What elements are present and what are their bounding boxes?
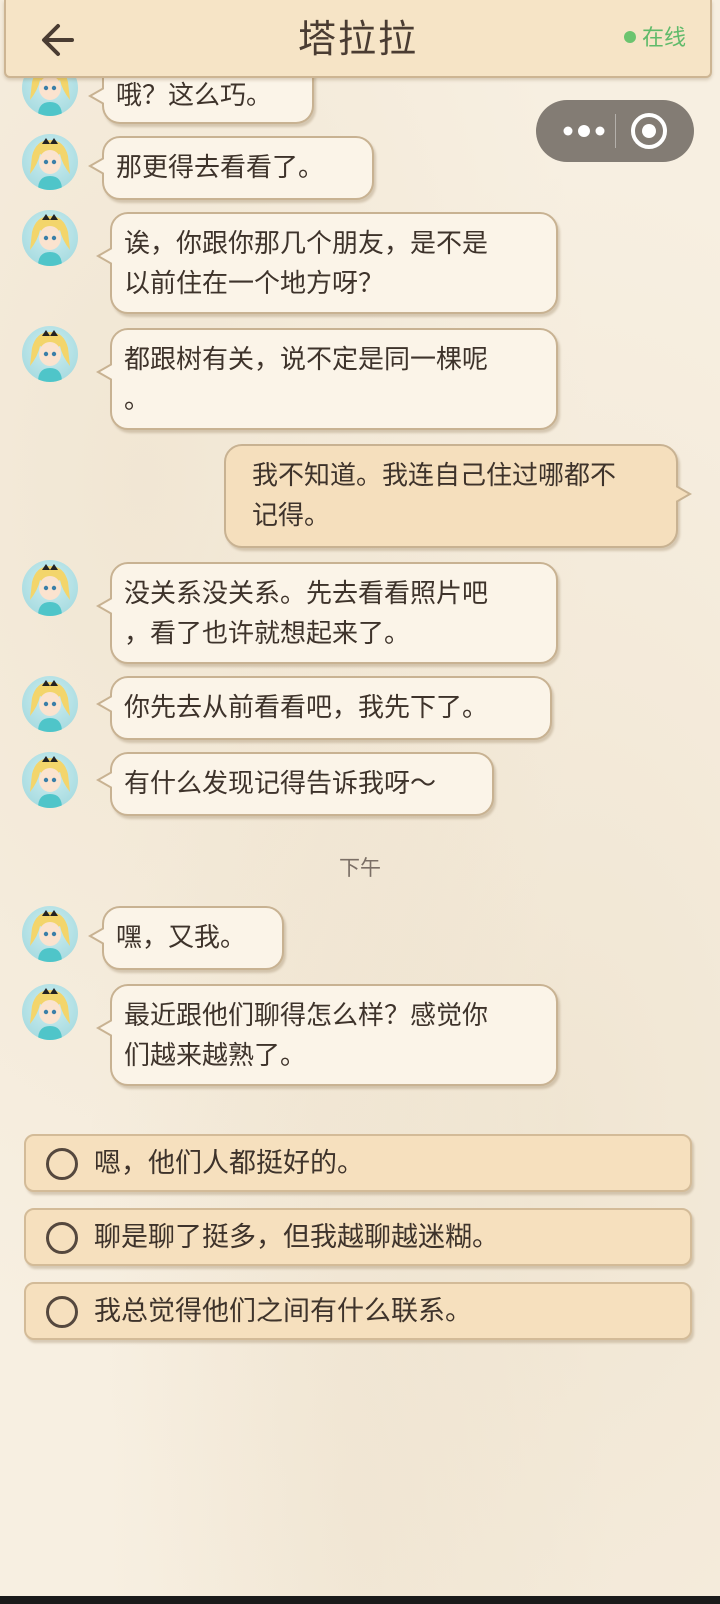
reply-option[interactable]: 我总觉得他们之间有什么联系。 xyxy=(24,1282,692,1340)
bubble-tail-icon xyxy=(96,363,112,381)
bubble-tail-icon xyxy=(88,87,104,105)
avatar[interactable] xyxy=(22,676,78,732)
avatar[interactable] xyxy=(22,326,78,382)
message-bubble-self[interactable]: 我不知道。我连自己住过哪都不 记得。 xyxy=(224,444,678,548)
message-line: 记得。 xyxy=(252,501,331,531)
radio-circle-icon xyxy=(46,1148,78,1180)
message-bubble[interactable]: 嘿，又我。 xyxy=(102,906,284,970)
capsule-divider xyxy=(615,114,616,148)
message-text: 嘿，又我。 xyxy=(116,923,247,953)
bubble-tail-icon xyxy=(88,927,104,945)
radio-circle-icon xyxy=(46,1222,78,1254)
message-text: 那更得去看看了。 xyxy=(116,153,325,183)
message-line: 们越来越熟了。 xyxy=(124,1041,307,1071)
online-status-label: 在线 xyxy=(641,26,686,51)
avatar[interactable] xyxy=(22,984,78,1040)
message-line: 最近跟他们聊得怎么样？感觉你 xyxy=(124,1001,489,1031)
avatar-image xyxy=(30,910,70,962)
message-bubble[interactable]: 有什么发现记得告诉我呀～ xyxy=(110,752,494,816)
more-button[interactable] xyxy=(556,114,612,148)
avatar[interactable] xyxy=(22,752,78,808)
reply-option[interactable]: 聊是聊了挺多，但我越聊越迷糊。 xyxy=(24,1208,692,1266)
avatar[interactable] xyxy=(22,134,78,190)
avatar-image xyxy=(30,988,70,1040)
avatar[interactable] xyxy=(22,210,78,266)
message-bubble[interactable]: 没关系没关系。先去看看照片吧 ，看了也许就想起来了。 xyxy=(110,562,558,664)
online-status: 在线 xyxy=(623,24,686,54)
message-bubble[interactable]: 那更得去看看了。 xyxy=(102,136,374,200)
bubble-tail-icon xyxy=(96,1019,112,1037)
message-text: 你先去从前看看吧，我先下了。 xyxy=(124,693,489,723)
bubble-tail-icon xyxy=(88,157,104,175)
radio-circle-icon xyxy=(46,1296,78,1328)
target-circle-icon xyxy=(631,113,667,149)
more-dots-icon xyxy=(563,125,605,137)
bottom-system-bar xyxy=(0,1596,720,1604)
message-bubble[interactable]: 最近跟他们聊得怎么样？感觉你 们越来越熟了。 xyxy=(110,984,558,1086)
chat-title: 塔拉拉 xyxy=(297,17,418,61)
avatar-image xyxy=(30,214,70,266)
reply-option-label: 聊是聊了挺多，但我越聊越迷糊。 xyxy=(94,1222,499,1253)
message-bubble[interactable]: 诶，你跟你那几个朋友，是不是 以前住在一个地方呀？ xyxy=(110,212,558,314)
message-bubble[interactable]: 都跟树有关，说不定是同一棵呢 。 xyxy=(110,328,558,430)
avatar-image xyxy=(30,138,70,190)
reply-option-label: 我总觉得他们之间有什么联系。 xyxy=(94,1296,472,1327)
message-text: 哦？这么巧。 xyxy=(116,81,273,111)
online-dot-icon xyxy=(623,31,636,43)
message-line: 以前住在一个地方呀？ xyxy=(124,269,385,299)
time-separator: 下午 xyxy=(339,856,381,880)
message-bubble[interactable]: 你先去从前看看吧，我先下了。 xyxy=(110,676,552,740)
message-bubble[interactable]: 哦？这么巧。 xyxy=(102,72,314,124)
bubble-tail-icon xyxy=(96,597,112,615)
close-miniprogram-button[interactable] xyxy=(628,110,670,152)
avatar-image xyxy=(30,680,70,732)
avatar-image xyxy=(30,564,70,616)
avatar[interactable] xyxy=(22,560,78,616)
chat-header: 塔拉拉 在线 xyxy=(4,0,712,78)
bubble-tail-icon xyxy=(96,247,112,265)
message-line: 。 xyxy=(124,385,151,415)
message-line: ，看了也许就想起来了。 xyxy=(124,619,411,649)
bubble-tail-icon xyxy=(96,695,112,713)
avatar[interactable] xyxy=(22,906,78,962)
avatar-image xyxy=(30,756,70,808)
message-line: 诶，你跟你那几个朋友，是不是 xyxy=(124,229,489,259)
message-text: 有什么发现记得告诉我呀～ xyxy=(124,769,437,799)
avatar-image xyxy=(30,330,70,382)
reply-option[interactable]: 嗯，他们人都挺好的。 xyxy=(24,1134,692,1192)
message-line: 没关系没关系。先去看看照片吧 xyxy=(124,579,489,609)
message-line: 都跟树有关，说不定是同一棵呢 xyxy=(124,345,489,375)
reply-option-label: 嗯，他们人都挺好的。 xyxy=(94,1148,364,1179)
miniprogram-capsule xyxy=(536,100,694,162)
bubble-tail-icon xyxy=(676,485,692,503)
bubble-tail-icon xyxy=(96,771,112,789)
message-line: 我不知道。我连自己住过哪都不 xyxy=(252,461,617,491)
